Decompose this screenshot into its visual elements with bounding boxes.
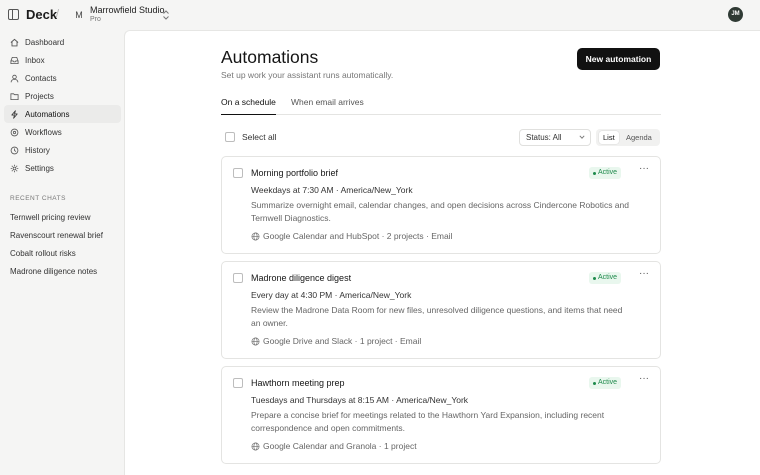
sidebar-item-automations[interactable]: Automations: [4, 105, 121, 123]
automation-card[interactable]: Hawthorn meeting prep Active ··· Tuesday…: [221, 366, 661, 464]
select-all-label: Select all: [242, 132, 277, 142]
inbox-icon: [10, 56, 19, 64]
recent-chats-heading: RECENT CHATS: [10, 195, 66, 202]
meta-text: Google Calendar and HubSpot · 2 projects…: [263, 231, 453, 241]
automation-title[interactable]: Morning portfolio brief: [251, 168, 338, 178]
sidebar-item-projects[interactable]: Projects: [4, 87, 121, 105]
automation-schedule: Weekdays at 7:30 AM · America/New_York: [251, 185, 413, 195]
breadcrumb-separator: /: [56, 8, 60, 20]
meta-text: Google Drive and Slack · 1 project · Ema…: [263, 336, 422, 346]
recent-chat-item[interactable]: Madrone diligence notes: [4, 262, 121, 280]
sidebar-item-label: Automations: [25, 109, 70, 119]
globe-icon: [251, 337, 260, 345]
status-dot-icon: [593, 381, 596, 385]
sidebar-item-label: Contacts: [25, 73, 57, 83]
timezone-text: America/New_York: [339, 290, 412, 300]
recent-chat-item[interactable]: Cobalt rollout risks: [4, 244, 121, 262]
status-dot-icon: [593, 171, 596, 175]
automation-description: Prepare a concise brief for meetings rel…: [251, 410, 605, 433]
sidebar-item-workflows[interactable]: Workflows: [4, 123, 121, 141]
gear-icon: [10, 164, 19, 172]
chevron-updown-icon[interactable]: [162, 9, 170, 21]
sidebar: Dashboard Inbox Contacts Projects Automa…: [0, 33, 124, 280]
status-badge: Active: [589, 377, 622, 389]
sidebar-item-label: History: [25, 145, 50, 155]
status-badge-label: Active: [598, 169, 618, 176]
view-agenda-button[interactable]: Agenda: [622, 131, 656, 144]
list-toolbar: Select all Status: All List Agenda: [221, 127, 661, 147]
bolt-icon: [11, 109, 18, 119]
status-dot-icon: [593, 276, 596, 280]
workflow-icon: [10, 128, 19, 136]
workspace-initial[interactable]: M: [72, 8, 86, 22]
status-filter-value: Status: All: [526, 133, 562, 142]
top-bar: Deck / M Marrowfield Studio Pro JM: [0, 0, 760, 30]
status-filter-dropdown[interactable]: Status: All: [519, 129, 591, 146]
tab-bar: On a schedule When email arrives: [221, 93, 661, 115]
status-badge: Active: [589, 167, 622, 179]
schedule-text: Tuesdays and Thursdays at 8:15 AM: [251, 395, 389, 405]
timezone-text: America/New_York: [396, 395, 469, 405]
user-icon: [10, 74, 19, 82]
sidebar-item-label: Workflows: [25, 127, 62, 137]
home-icon: [10, 38, 19, 46]
folder-icon: [10, 92, 19, 100]
more-options-icon[interactable]: ···: [637, 269, 651, 281]
automation-card[interactable]: Madrone diligence digest Active ··· Ever…: [221, 261, 661, 359]
status-badge: Active: [589, 272, 622, 284]
meta-text: Google Calendar and Granola · 1 project: [263, 441, 417, 451]
schedule-text: Weekdays at 7:30 AM: [251, 185, 334, 195]
automation-checkbox[interactable]: [233, 378, 243, 388]
status-badge-label: Active: [598, 274, 618, 281]
automation-checkbox[interactable]: [233, 273, 243, 283]
sidebar-item-label: Dashboard: [25, 37, 65, 47]
sidebar-item-dashboard[interactable]: Dashboard: [4, 33, 121, 51]
page-title: Automations: [221, 47, 319, 67]
tab-on-a-schedule[interactable]: On a schedule: [221, 97, 276, 115]
page-subtitle: Set up work your assistant runs automati…: [221, 70, 394, 80]
timezone-text: America/New_York: [340, 185, 413, 195]
sidebar-item-settings[interactable]: Settings: [4, 159, 121, 177]
app-name: Deck: [26, 7, 58, 22]
sidebar-item-label: Settings: [25, 163, 54, 173]
main-panel: Automations Set up work your assistant r…: [124, 30, 760, 475]
sidebar-item-inbox[interactable]: Inbox: [4, 51, 121, 69]
automation-meta: Google Calendar and HubSpot · 2 projects…: [251, 231, 452, 241]
automation-description: Summarize overnight email, calendar chan…: [251, 200, 629, 223]
tab-when-email-arrives[interactable]: When email arrives: [291, 97, 364, 115]
user-avatar[interactable]: JM: [728, 7, 743, 22]
automation-schedule: Every day at 4:30 PM · America/New_York: [251, 290, 412, 300]
sidebar-item-history[interactable]: History: [4, 141, 121, 159]
sidebar-toggle-icon[interactable]: [8, 9, 19, 20]
sidebar-item-label: Inbox: [25, 55, 45, 65]
automation-title[interactable]: Hawthorn meeting prep: [251, 378, 345, 388]
chevron-down-icon: [579, 135, 585, 139]
schedule-text: Every day at 4:30 PM: [251, 290, 333, 300]
select-all-checkbox[interactable]: [225, 132, 235, 142]
automation-meta: Google Drive and Slack · 1 project · Ema…: [251, 336, 421, 346]
view-toggle: List Agenda: [596, 129, 660, 146]
new-automation-button[interactable]: New automation: [577, 48, 660, 70]
automation-title[interactable]: Madrone diligence digest: [251, 273, 351, 283]
view-list-button[interactable]: List: [599, 131, 619, 144]
globe-icon: [251, 232, 260, 240]
sidebar-item-contacts[interactable]: Contacts: [4, 69, 121, 87]
status-badge-label: Active: [598, 379, 618, 386]
history-icon: [10, 146, 19, 154]
automation-description: Review the Madrone Data Room for new fil…: [251, 305, 623, 328]
workspace-name[interactable]: Marrowfield Studio: [90, 5, 165, 15]
automation-meta: Google Calendar and Granola · 1 project: [251, 441, 417, 451]
sidebar-item-label: Projects: [25, 91, 54, 101]
workspace-plan: Pro: [90, 16, 101, 23]
more-options-icon[interactable]: ···: [637, 374, 651, 386]
automation-checkbox[interactable]: [233, 168, 243, 178]
globe-icon: [251, 442, 260, 450]
recent-chat-item[interactable]: Ravenscourt renewal brief: [4, 226, 121, 244]
automation-schedule: Tuesdays and Thursdays at 8:15 AM · Amer…: [251, 395, 469, 405]
more-options-icon[interactable]: ···: [637, 164, 651, 176]
recent-chat-item[interactable]: Ternwell pricing review: [4, 208, 121, 226]
automation-card[interactable]: Morning portfolio brief Active ··· Weekd…: [221, 156, 661, 254]
